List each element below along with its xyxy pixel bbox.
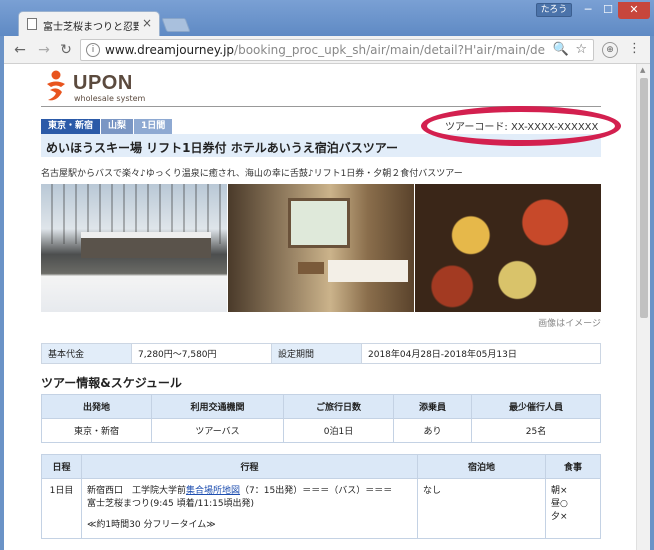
cell-itinerary: 新宿西口 工学院大学前集合場所地図（7：15出発）＝＝＝（バス）＝＝＝ 富士芝桜… — [81, 478, 418, 539]
meeting-map-link[interactable]: 集合場所地図 — [186, 486, 240, 496]
table-shape — [298, 262, 324, 274]
url-domain: www.dreamjourney.jp — [105, 43, 235, 57]
cell-meals: 朝× 昼○ 夕× — [545, 478, 601, 539]
url-text[interactable]: www.dreamjourney.jp/booking_proc_upk_sh/… — [105, 43, 545, 57]
tag-origin: 東京・新宿 — [41, 119, 101, 134]
schedule-table: 日程 行程 宿泊地 食事 1日目 新宿西口 工学院大学前集合場所地図（7：15出… — [41, 454, 601, 539]
browser-menu-icon[interactable]: ⋮ — [628, 41, 641, 56]
extension-icon[interactable]: ⊕ — [602, 42, 618, 58]
table-row: 東京・新宿 ツアーバス 0泊1日 あり 25名 — [41, 418, 601, 443]
close-window-button[interactable]: ✕ — [618, 2, 650, 19]
vertical-scrollbar[interactable]: ▲ — [636, 64, 650, 550]
logo-tagline: wholesale system — [74, 94, 146, 103]
upon-person-logo-icon — [47, 70, 65, 101]
col-itinerary: 行程 — [81, 454, 418, 479]
photo-gallery — [41, 184, 601, 312]
section-heading: ツアー情報&スケジュール — [41, 376, 182, 390]
cell-day: 1日目 — [41, 478, 82, 539]
bed-shape — [328, 260, 408, 282]
page-favicon-icon — [27, 18, 37, 30]
period-label: 設定期間 — [271, 343, 362, 364]
photo-hotel-room — [228, 184, 414, 312]
logo-brand-text: UPON — [73, 72, 133, 94]
itinerary-departure: （7：15出発）＝＝＝（バス）＝＝＝ — [240, 486, 393, 496]
tag-destination: 山梨 — [101, 119, 134, 134]
col-departure: 出発地 — [41, 394, 152, 419]
col-lodging: 宿泊地 — [417, 454, 546, 479]
scrollbar-thumb[interactable] — [640, 78, 648, 318]
user-profile-badge[interactable]: たろう — [536, 3, 572, 17]
period-value: 2018年04月28日-2018年05月13日 — [361, 343, 601, 364]
page-viewport: UPON wholesale system 東京・新宿 山梨 1日間 めいほうス… — [4, 64, 650, 550]
tour-title: めいほうスキー場 リフト1日券付 ホテルあいうえ宿泊バスツアー — [46, 141, 398, 155]
tour-info-table: 出発地 利用交通機関 ご旅行日数 添乗員 最少催行人員 東京・新宿 ツアーバス … — [41, 394, 601, 443]
maximize-button[interactable]: ☐ — [598, 2, 618, 19]
photo-meal — [415, 184, 601, 312]
forward-arrow-icon[interactable]: → — [34, 40, 54, 60]
price-value: 7,280円～7,580円 — [131, 343, 272, 364]
upon-logo[interactable]: UPON wholesale system — [41, 68, 241, 106]
browser-tab[interactable]: 富士芝桜まつりと忍野八 × — [18, 11, 160, 36]
photo-caption: 画像はイメージ — [538, 319, 601, 329]
cell-min-people: 25名 — [471, 418, 601, 443]
meal-lunch: 昼○ — [551, 499, 568, 509]
col-transport: 利用交通機関 — [151, 394, 284, 419]
itinerary-line-3: ≪約1時間30 分フリータイム≫ — [87, 520, 216, 530]
minimize-button[interactable]: ─ — [578, 2, 598, 19]
zoom-icon[interactable]: 🔍 — [553, 42, 569, 57]
price-period-table: 基本代金 7,280円～7,580円 設定期間 2018年04月28日-2018… — [41, 343, 601, 364]
lodge-shape — [81, 232, 211, 258]
url-path: /booking_proc_upk_sh/air/main/detail?H'a… — [234, 43, 545, 57]
tab-close-icon[interactable]: × — [142, 16, 152, 30]
cell-conductor: あり — [393, 418, 472, 443]
new-tab-button[interactable] — [161, 18, 191, 32]
reload-icon[interactable]: ↻ — [56, 40, 76, 60]
price-label: 基本代金 — [41, 343, 132, 364]
col-min-people: 最少催行人員 — [471, 394, 601, 419]
cell-transport: ツアーバス — [151, 418, 284, 443]
col-conductor: 添乗員 — [393, 394, 472, 419]
scroll-up-arrow-icon[interactable]: ▲ — [640, 66, 645, 74]
tab-title: 富士芝桜まつりと忍野八 — [43, 22, 139, 33]
meal-dinner: 夕× — [551, 512, 568, 522]
meal-breakfast: 朝× — [551, 486, 568, 496]
col-meals: 食事 — [545, 454, 601, 479]
tour-subtitle: 名古屋駅からバスで楽々♪ゆっくり温泉に癒され、海山の幸に舌鼓♪リフト1日券・夕朝… — [41, 169, 463, 179]
cell-departure: 東京・新宿 — [41, 418, 152, 443]
category-tags: 東京・新宿 山梨 1日間 — [41, 119, 173, 134]
photo-snowy-lodge — [41, 184, 227, 312]
bookmark-star-icon[interactable]: ☆ — [575, 42, 587, 57]
itinerary-meeting: 新宿西口 工学院大学前 — [87, 486, 187, 496]
window-titlebar: 富士芝桜まつりと忍野八 × たろう ─ ☐ ✕ — [0, 0, 654, 36]
col-days: ご旅行日数 — [283, 394, 394, 419]
browser-toolbar: ← → ↻ i www.dreamjourney.jp/booking_proc… — [4, 36, 650, 64]
itinerary-line-1: 新宿西口 工学院大学前集合場所地図（7：15出発）＝＝＝（バス）＝＝＝ — [87, 485, 412, 498]
site-info-icon[interactable]: i — [86, 43, 100, 57]
window-shape — [288, 198, 350, 248]
tour-code-highlight-annotation — [421, 106, 621, 146]
address-bar[interactable]: i www.dreamjourney.jp/booking_proc_upk_s… — [80, 39, 594, 61]
table-row: 1日目 新宿西口 工学院大学前集合場所地図（7：15出発）＝＝＝（バス）＝＝＝ … — [41, 478, 601, 539]
tag-duration: 1日間 — [134, 119, 173, 134]
back-arrow-icon[interactable]: ← — [10, 40, 30, 60]
cell-days: 0泊1日 — [283, 418, 394, 443]
itinerary-line-2: 富士芝桜まつり(9:45 頃着/11:15頃出発) — [87, 499, 255, 509]
cell-lodging: なし — [417, 478, 546, 539]
col-day: 日程 — [41, 454, 82, 479]
